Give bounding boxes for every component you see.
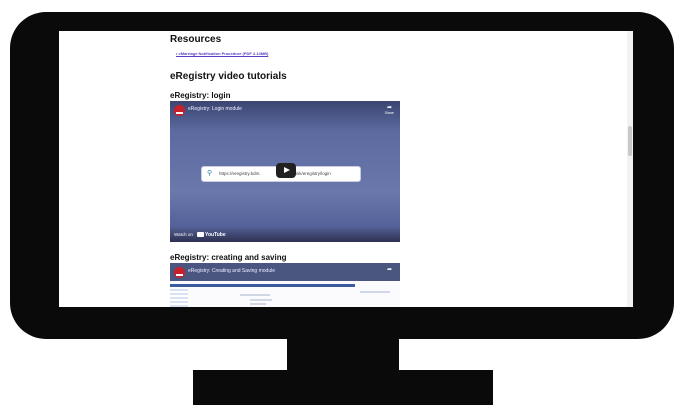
video-player-creating[interactable]: eRegistry: Creating and Saving module ➦ [170, 263, 400, 307]
thumbnail-field [250, 299, 272, 301]
tutorials-heading: eRegistry video tutorials [170, 71, 287, 82]
share-arrow-icon[interactable]: ➦ [387, 266, 392, 273]
thumbnail-header-bar [170, 284, 355, 287]
thumbnail-sidebar [170, 289, 188, 307]
resource-link[interactable]: eMarriage Notification Procedure (PDF 2.… [176, 51, 269, 56]
resources-heading: Resources [170, 34, 222, 45]
page-scrollbar[interactable] [627, 31, 633, 307]
search-icon: ⚲ [207, 170, 213, 177]
video-heading-creating: eRegistry: creating and saving [170, 253, 287, 262]
share-arrow-icon[interactable]: ➦ [387, 104, 392, 111]
resources-list: eMarriage Notification Procedure (PDF 2.… [176, 51, 269, 56]
channel-logo-icon[interactable] [174, 105, 185, 116]
play-icon[interactable] [276, 163, 296, 178]
video-top-bar: eRegistry: Creating and Saving module ➦ [170, 263, 400, 281]
video-title[interactable]: eRegistry: Login module [188, 106, 242, 112]
video-url-text: https://eregistry.bdm. au/lifelink/eregis… [219, 171, 331, 176]
share-label[interactable]: Share [385, 111, 394, 115]
video-heading-login: eRegistry: login [170, 91, 231, 100]
monitor-screen: Resources eMarriage Notification Procedu… [59, 31, 633, 307]
video-player-login[interactable]: eRegistry: Login module ➦ Share ⚲ https:… [170, 101, 400, 242]
channel-logo-icon[interactable] [174, 267, 185, 278]
thumbnail-field [240, 294, 270, 296]
youtube-logo[interactable]: YouTube [197, 232, 226, 238]
thumbnail-field [360, 291, 390, 293]
thumbnail-field [250, 303, 266, 305]
scrollbar-thumb[interactable] [628, 126, 632, 156]
video-title[interactable]: eRegistry: Creating and Saving module [188, 268, 275, 274]
monitor-base [193, 370, 493, 405]
watch-on-label[interactable]: Watch on [174, 232, 193, 237]
